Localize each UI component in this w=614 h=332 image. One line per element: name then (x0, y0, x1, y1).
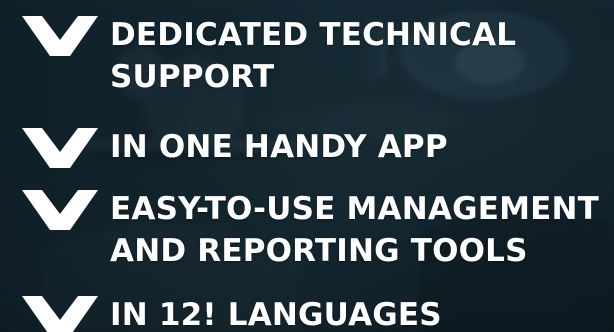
feature-text: IN ONE HANDY APP (110, 129, 448, 165)
feature-text: IN 12! LANGUAGES (110, 297, 442, 332)
checkmark-icon (22, 296, 98, 332)
feature-item-3: EASY-TO-USE MANAGEMENT AND REPORTING TOO… (22, 188, 599, 272)
feature-item-2: IN ONE HANDY APP (22, 126, 448, 168)
feature-text: EASY-TO-USE MANAGEMENT AND REPORTING TOO… (110, 191, 600, 269)
feature-text: DEDICATED TECHNICAL SUPPORT (110, 17, 517, 95)
feature-item-1: DEDICATED TECHNICAL SUPPORT (22, 14, 516, 98)
checkmark-icon (22, 128, 98, 168)
checkmark-icon (22, 190, 98, 230)
feature-list: DEDICATED TECHNICAL SUPPORT IN ONE HANDY… (0, 0, 614, 332)
checkmark-icon (22, 16, 98, 56)
feature-item-4: IN 12! LANGUAGES (22, 294, 442, 332)
